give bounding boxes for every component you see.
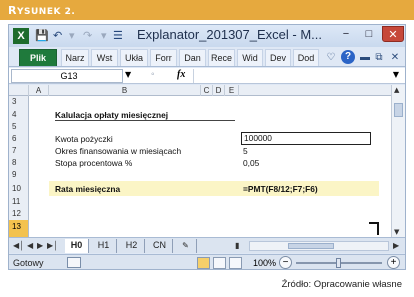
row-header[interactable]: 8 xyxy=(9,157,29,169)
row-header-active[interactable]: 13 xyxy=(9,220,29,237)
zoom-level[interactable]: 100% xyxy=(253,258,276,268)
row-header[interactable]: 7 xyxy=(9,145,29,157)
payment-formula[interactable]: =PMT(F8/12;F7;F6) xyxy=(243,184,318,194)
restore-icon[interactable]: ⧉ xyxy=(373,50,385,65)
row-header[interactable]: 4 xyxy=(9,108,29,121)
vertical-scroll-thumb[interactable] xyxy=(394,103,403,117)
row-header[interactable]: 6 xyxy=(9,133,29,145)
status-bar: Gotowy 100% − + xyxy=(9,254,405,269)
undo-dropdown-icon[interactable]: ▾ xyxy=(69,28,75,44)
horizontal-scroll-thumb[interactable] xyxy=(288,243,334,249)
rate-label[interactable]: Stopa procentowa % xyxy=(55,158,132,168)
column-header-e[interactable]: E xyxy=(225,85,239,96)
title-bar: X 💾 ↶ ▾ ↷ ▾ ☰ Explanator_201307_Excel - … xyxy=(9,25,405,47)
formula-input[interactable] xyxy=(193,69,381,83)
column-header-a[interactable]: A xyxy=(29,85,49,96)
tab-developer[interactable]: Dev xyxy=(265,49,291,66)
last-sheet-icon[interactable]: ▶│ xyxy=(47,241,58,250)
insert-function-circle-icon[interactable]: ◦ xyxy=(151,69,155,80)
first-sheet-icon[interactable]: ◀│ xyxy=(13,241,24,250)
fx-label[interactable]: fx xyxy=(177,69,185,80)
minimize-button[interactable]: − xyxy=(335,26,357,42)
excel-window: X 💾 ↶ ▾ ↷ ▾ ☰ Explanator_201307_Excel - … xyxy=(8,24,406,270)
row-header[interactable]: 9 xyxy=(9,169,29,181)
vertical-scrollbar[interactable]: ▲ ▼ xyxy=(391,85,405,237)
macro-record-icon[interactable] xyxy=(67,257,81,268)
row-header[interactable]: 5 xyxy=(9,121,29,133)
column-header-b[interactable]: B xyxy=(49,85,201,96)
minimize-ribbon-icon[interactable]: ▬ xyxy=(359,50,371,65)
sheet-title[interactable]: Kalulacja opłaty miesięcznej xyxy=(55,110,235,121)
figure-label: RYSUNEK 2. xyxy=(0,0,414,20)
rate-value[interactable]: 0,05 xyxy=(243,158,259,168)
row-header[interactable]: 3 xyxy=(9,96,29,108)
column-header-row: A B C D E xyxy=(9,85,405,96)
spreadsheet-grid[interactable]: A B C D E 3 4 5 6 7 8 9 10 11 12 13 Kalu… xyxy=(9,85,405,237)
close-button[interactable]: ✕ xyxy=(382,26,404,42)
tab-review[interactable]: Rece xyxy=(208,49,235,66)
tab-data[interactable]: Dan xyxy=(179,49,206,66)
tab-insert[interactable]: Wst xyxy=(91,49,118,66)
column-header-d[interactable]: D xyxy=(213,85,225,96)
formula-bar: G13 ▼ ◦ fx ▼ xyxy=(9,68,405,84)
zoom-in-button[interactable]: + xyxy=(387,256,400,269)
zoom-out-button[interactable]: − xyxy=(279,256,292,269)
customize-icon[interactable]: ☰ xyxy=(113,28,123,44)
column-header-f[interactable] xyxy=(239,85,393,96)
column-header-c[interactable]: C xyxy=(201,85,213,96)
undo-icon[interactable]: ↶ xyxy=(53,28,62,44)
tab-split-handle-icon[interactable]: ▮ xyxy=(235,241,239,250)
sheet-tab-cn[interactable]: CN xyxy=(147,239,173,253)
workbook-close-icon[interactable]: ✕ xyxy=(389,50,401,65)
scroll-down-icon[interactable]: ▼ xyxy=(394,228,399,236)
tab-formulas[interactable]: Forr xyxy=(150,49,177,66)
window-title: Explanator_201307_Excel - M... xyxy=(137,27,322,42)
insert-sheet-icon[interactable]: ✎ xyxy=(175,239,197,253)
name-box-dropdown-icon[interactable]: ▼ xyxy=(125,70,131,79)
next-sheet-icon[interactable]: ▶ xyxy=(37,241,43,250)
horizontal-scrollbar[interactable] xyxy=(249,241,389,251)
sheet-tab-h1[interactable]: H1 xyxy=(91,239,117,253)
select-all-corner[interactable] xyxy=(9,85,29,96)
row-header[interactable]: 12 xyxy=(9,208,29,220)
tab-file[interactable]: Plik xyxy=(19,49,57,66)
months-value[interactable]: 5 xyxy=(243,146,248,156)
redo-dropdown-icon[interactable]: ▾ xyxy=(101,28,107,44)
page: RYSUNEK 2. X 💾 ↶ ▾ ↷ ▾ ☰ Explanator_2013… xyxy=(0,0,414,297)
status-ready: Gotowy xyxy=(13,258,44,268)
prev-sheet-icon[interactable]: ◀ xyxy=(27,241,33,250)
selected-cell-g13[interactable] xyxy=(369,222,379,235)
tab-addins[interactable]: Dod xyxy=(293,49,319,66)
row-header[interactable]: 10 xyxy=(9,181,29,196)
scroll-right-icon[interactable]: ▶ xyxy=(393,241,399,250)
scroll-up-icon[interactable]: ▲ xyxy=(394,86,399,94)
redo-icon[interactable]: ↷ xyxy=(83,28,92,44)
zoom-slider-thumb[interactable] xyxy=(336,258,341,268)
row-header[interactable]: 11 xyxy=(9,196,29,208)
figure-label-initial: R xyxy=(8,4,17,17)
months-label[interactable]: Okres finansowania w miesiącach xyxy=(55,146,181,156)
normal-view-button[interactable] xyxy=(197,257,210,269)
save-icon[interactable]: 💾 xyxy=(35,28,49,44)
loan-label[interactable]: Kwota pożyczki xyxy=(55,134,113,144)
sheet-tab-h2[interactable]: H2 xyxy=(119,239,145,253)
tab-layout[interactable]: Ukła xyxy=(120,49,148,66)
excel-app-icon[interactable]: X xyxy=(13,28,29,44)
maximize-button[interactable]: □ xyxy=(358,26,380,42)
heart-icon[interactable]: ♡ xyxy=(325,50,337,65)
payment-label[interactable]: Rata miesięczna xyxy=(55,184,120,194)
tab-view[interactable]: Wid xyxy=(237,49,263,66)
sheet-tab-bar: ◀│ ◀ ▶ ▶│ H0 H1 H2 CN ✎ ▮ ▶ xyxy=(9,237,405,253)
expand-formula-icon[interactable]: ▼ xyxy=(393,70,399,79)
tab-tools[interactable]: Narz xyxy=(61,49,89,66)
page-break-view-button[interactable] xyxy=(229,257,242,269)
figure-label-rest: YSUNEK 2. xyxy=(16,7,76,17)
sheet-tab-h0[interactable]: H0 xyxy=(65,239,89,253)
ribbon-tabs: Plik Narz Wst Ukła Forr Dan Rece Wid Dev… xyxy=(9,47,405,67)
name-box[interactable]: G13 xyxy=(11,69,123,83)
page-layout-view-button[interactable] xyxy=(213,257,226,269)
help-icon[interactable]: ? xyxy=(341,50,355,64)
loan-amount-input[interactable]: 100000 xyxy=(241,132,371,145)
figure-source: Źródło: Opracowanie własne xyxy=(281,279,402,290)
